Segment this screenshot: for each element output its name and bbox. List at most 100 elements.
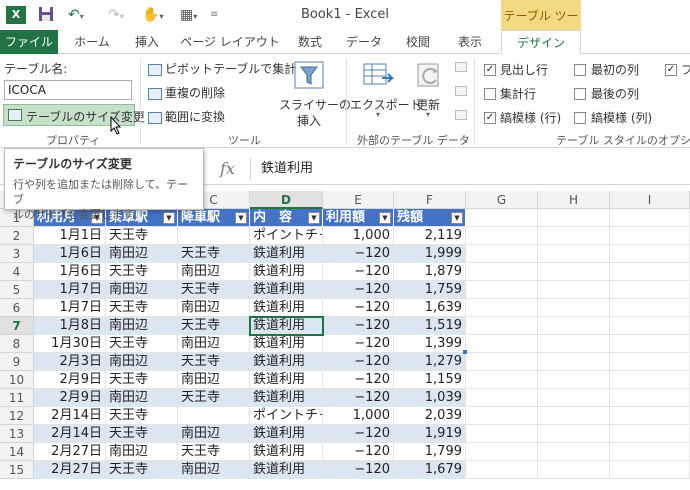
column-header-e[interactable]: E: [323, 191, 394, 209]
column-header-i[interactable]: I: [610, 191, 690, 209]
insert-slicer-button[interactable]: スライサーの 挿入: [276, 58, 351, 130]
empty-cell[interactable]: [466, 317, 538, 335]
row-header-15[interactable]: 15: [0, 461, 34, 479]
empty-cell[interactable]: [466, 299, 538, 317]
table-cell[interactable]: 天王寺: [178, 245, 250, 263]
table-cell[interactable]: 2,039: [394, 407, 466, 425]
active-cell-selection[interactable]: [249, 316, 324, 336]
row-header-8[interactable]: 8: [0, 335, 34, 353]
first-column-checkbox[interactable]: [574, 64, 586, 76]
empty-cell[interactable]: [466, 425, 538, 443]
banded-columns-checkbox[interactable]: [574, 112, 586, 124]
table-cell[interactable]: 南田辺: [106, 443, 178, 461]
table-cell[interactable]: 天王寺: [178, 281, 250, 299]
table-cell[interactable]: 鉄道利用: [250, 263, 323, 281]
empty-cell[interactable]: [610, 371, 690, 389]
table-cell[interactable]: 南田辺: [106, 317, 178, 335]
table-header-cell[interactable]: 利用額 ▼: [323, 209, 394, 227]
table-cell[interactable]: 1月8日: [34, 317, 106, 335]
table-cell[interactable]: 1,999: [394, 245, 466, 263]
table-cell[interactable]: 1月6日: [34, 245, 106, 263]
table-cell[interactable]: [178, 227, 250, 245]
empty-cell[interactable]: [610, 227, 690, 245]
table-cell[interactable]: 1,159: [394, 371, 466, 389]
tab-file[interactable]: ファイル: [0, 30, 58, 54]
empty-cell[interactable]: [610, 443, 690, 461]
empty-cell[interactable]: [538, 407, 610, 425]
tab-design[interactable]: デザイン: [501, 30, 581, 54]
table-cell[interactable]: 鉄道利用: [250, 335, 323, 353]
tab-home[interactable]: ホーム: [64, 30, 120, 54]
empty-cell[interactable]: [466, 461, 538, 479]
table-cell[interactable]: 2月27日: [34, 443, 106, 461]
table-cell[interactable]: 鉄道利用: [250, 371, 323, 389]
pivot-summarize-button[interactable]: ピボットテーブルで集計: [148, 60, 296, 77]
export-button[interactable]: エクスポート ▾: [350, 58, 422, 119]
table-cell[interactable]: 2月3日: [34, 353, 106, 371]
table-cell[interactable]: 1,399: [394, 335, 466, 353]
table-cell[interactable]: −120: [323, 371, 394, 389]
table-cell[interactable]: −120: [323, 245, 394, 263]
last-column-checkbox[interactable]: [574, 88, 586, 100]
empty-cell[interactable]: [466, 407, 538, 425]
table-cell[interactable]: 南田辺: [178, 371, 250, 389]
empty-cell[interactable]: [538, 425, 610, 443]
table-cell[interactable]: 南田辺: [106, 353, 178, 371]
empty-cell[interactable]: [610, 335, 690, 353]
tab-formulas[interactable]: 数式: [288, 30, 332, 54]
empty-cell[interactable]: [610, 263, 690, 281]
table-cell[interactable]: 南田辺: [106, 281, 178, 299]
filter-dropdown-icon[interactable]: ▼: [308, 212, 320, 224]
empty-cell[interactable]: [466, 227, 538, 245]
table-cell[interactable]: 天王寺: [106, 263, 178, 281]
table-cell[interactable]: 2月14日: [34, 425, 106, 443]
table-cell[interactable]: 1月7日: [34, 281, 106, 299]
table-cell[interactable]: 天王寺: [106, 407, 178, 425]
properties-small-icon[interactable]: [455, 62, 467, 72]
table-cell[interactable]: −120: [323, 281, 394, 299]
table-cell[interactable]: 天王寺: [178, 389, 250, 407]
row-header-11[interactable]: 11: [0, 389, 34, 407]
table-cell[interactable]: −120: [323, 461, 394, 479]
row-header-10[interactable]: 10: [0, 371, 34, 389]
empty-cell[interactable]: [610, 425, 690, 443]
unlink-icon[interactable]: [455, 110, 467, 120]
empty-cell[interactable]: [538, 227, 610, 245]
table-cell[interactable]: 天王寺: [178, 317, 250, 335]
empty-cell[interactable]: [466, 209, 538, 227]
table-cell[interactable]: 1月6日: [34, 263, 106, 281]
table-cell[interactable]: 天王寺: [106, 335, 178, 353]
empty-cell[interactable]: [610, 461, 690, 479]
table-cell[interactable]: 2月14日: [34, 407, 106, 425]
insert-function-icon[interactable]: fx: [220, 159, 235, 178]
table-header-cell[interactable]: 残額 ▼: [394, 209, 466, 227]
filter-dropdown-icon[interactable]: ▼: [235, 212, 247, 224]
table-cell[interactable]: ポイントチャ: [250, 227, 323, 245]
table-cell[interactable]: 1,039: [394, 389, 466, 407]
row-header-7[interactable]: 7: [0, 317, 34, 335]
remove-duplicates-button[interactable]: 重複の削除: [148, 84, 225, 101]
table-cell[interactable]: 鉄道利用: [250, 443, 323, 461]
table-cell[interactable]: −120: [323, 389, 394, 407]
empty-cell[interactable]: [466, 263, 538, 281]
empty-cell[interactable]: [538, 263, 610, 281]
table-cell[interactable]: 1,639: [394, 299, 466, 317]
column-header-d[interactable]: D: [250, 191, 323, 209]
table-cell[interactable]: 天王寺: [106, 425, 178, 443]
table-cell[interactable]: −120: [323, 443, 394, 461]
table-cell[interactable]: 1,679: [394, 461, 466, 479]
empty-cell[interactable]: [538, 389, 610, 407]
header-row-checkbox[interactable]: ✓: [484, 64, 496, 76]
empty-cell[interactable]: [538, 353, 610, 371]
table-cell[interactable]: 天王寺: [178, 353, 250, 371]
empty-cell[interactable]: [466, 371, 538, 389]
table-cell[interactable]: 南田辺: [106, 389, 178, 407]
table-cell[interactable]: 1,000: [323, 407, 394, 425]
table-cell[interactable]: 天王寺: [106, 299, 178, 317]
empty-cell[interactable]: [466, 389, 538, 407]
table-cell[interactable]: [178, 407, 250, 425]
empty-cell[interactable]: [610, 245, 690, 263]
empty-cell[interactable]: [610, 299, 690, 317]
banded-rows-checkbox[interactable]: ✓: [484, 112, 496, 124]
table-cell[interactable]: 南田辺: [178, 461, 250, 479]
